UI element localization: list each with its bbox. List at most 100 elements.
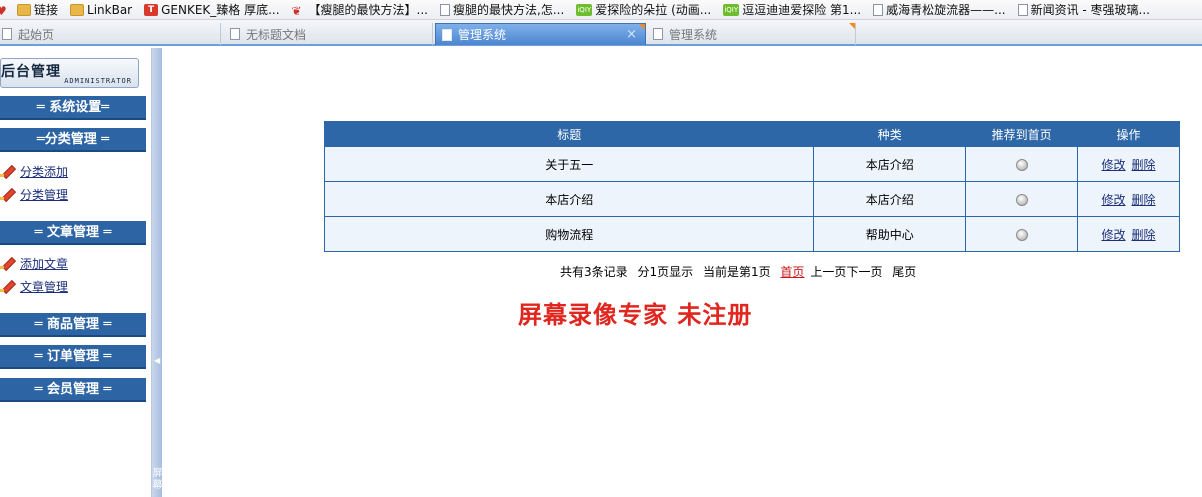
genkek-icon: T [144,3,159,16]
tab-admin[interactable]: 管理系统 [647,23,856,45]
page-icon [442,28,452,41]
section-category-management[interactable]: ═分类管理 ═ [0,128,146,152]
bookmark-item[interactable]: 新闻资讯 - 枣强玻璃... [1017,1,1150,18]
page-icon [1017,3,1028,16]
sidebar-splitter[interactable]: ◀ 屏幕 [151,48,163,497]
tab-admin-active[interactable]: 管理系统 × [435,23,646,45]
bookmarks-bar: ♥ 链接 LinkBar T GENKEK_臻格 厚底... ❦ 【瘦腿的最快方… [0,0,1202,20]
bookmark-label: 链接 [34,3,59,17]
edit-link[interactable]: 修改 [1102,193,1126,207]
cell-recommend [965,216,1079,252]
iqiyi-icon: iQIY [723,3,740,16]
pencil-icon [0,187,14,201]
bookmark-label: LinkBar [87,2,133,17]
bookmark-item[interactable]: iQIY 逗逗迪迪爱探险 第1... [723,1,861,18]
table-header-row: 标题 种类 推荐到首页 操作 [323,121,1180,147]
tab-untitled[interactable]: 无标题文档 [224,23,433,45]
table-row: 本店介绍 本店介绍 修改 删除 [323,181,1180,217]
delete-link[interactable]: 删除 [1132,193,1156,207]
edit-link[interactable]: 修改 [1102,158,1126,172]
pager-next-link[interactable]: 下一页 [846,265,882,279]
tab-label: 起始页 [18,27,55,42]
cell-kind: 本店介绍 [813,181,967,217]
pager-prev-link[interactable]: 上一页 [810,265,846,279]
bookmark-item[interactable]: T GENKEK_臻格 厚底... [144,1,280,18]
section-product-management[interactable]: ═ 商品管理 ═ [0,313,146,337]
recommend-radio[interactable] [1015,228,1028,241]
pencil-icon [0,256,14,270]
section-order-management[interactable]: ═ 订单管理 ═ [0,345,146,369]
bookmark-label: 爱探险的朵拉 (动画... [595,3,712,17]
bookmark-item[interactable]: iQIY 爱探险的朵拉 (动画... [576,1,711,18]
bookmark-item[interactable]: ❦ 【瘦腿的最快方法】... [292,1,428,18]
tab-label: 管理系统 [669,27,718,42]
bookmark-label: 逗逗迪迪爱探险 第1... [742,3,862,17]
bookmark-label: 【瘦腿的最快方法】... [308,3,428,17]
manage-category-link[interactable]: 分类管理 [20,186,68,203]
sidebar-item-manage-article[interactable]: 文章管理 [0,277,68,295]
bookmark-item[interactable]: 瘦腿的最快方法,怎... [440,1,564,18]
add-article-link[interactable]: 添加文章 [20,255,68,272]
tab-flag [849,23,855,29]
folder-icon [17,3,31,16]
section-article-management[interactable]: ═ 文章管理 ═ [0,221,146,245]
delete-link[interactable]: 删除 [1132,228,1156,242]
pager-first-link[interactable]: 首页 [780,265,804,279]
manage-article-link[interactable]: 文章管理 [20,278,68,295]
collapse-arrow-icon[interactable]: ◀ [154,356,160,365]
close-icon[interactable]: × [626,27,637,42]
bookmark-favorites[interactable]: ♥ [0,4,13,18]
sidebar-item-manage-category[interactable]: 分类管理 [0,185,68,203]
cell-title: 本店介绍 [323,181,815,217]
iqiyi-icon: iQIY [576,3,593,16]
page-icon [440,3,450,16]
bookmark-item[interactable]: 威海青松旋流器——... [873,1,1006,18]
add-category-link[interactable]: 分类添加 [20,163,68,180]
tab-label: 无标题文档 [246,27,307,42]
column-header-kind: 种类 [813,121,967,147]
logo-title: 后台管理 [1,64,61,80]
column-header-actions: 操作 [1077,121,1180,147]
sidebar: 后台管理 ADMINISTRATOR ═ 系统设置═ ═分类管理 ═ 分类添加 … [0,48,150,497]
pencil-icon [0,164,14,178]
pencil-icon [0,279,14,293]
bookmark-item[interactable]: LinkBar [70,3,132,17]
bookmark-label: 新闻资讯 - 枣强玻璃... [1030,3,1150,17]
tab-label: 管理系统 [458,28,507,42]
recommend-radio[interactable] [1015,193,1028,206]
tab-flag [639,24,645,30]
section-member-management[interactable]: ═ 会员管理 ═ [0,378,146,402]
admin-logo: 后台管理 ADMINISTRATOR [0,58,139,88]
bookmark-item[interactable]: 链接 [17,1,58,18]
cell-recommend [965,146,1079,182]
pager-last-link[interactable]: 尾页 [892,265,916,279]
logo-subtitle: ADMINISTRATOR [64,77,132,85]
cell-actions: 修改 删除 [1077,216,1180,252]
column-header-recommend: 推荐到首页 [965,121,1079,147]
delete-link[interactable]: 删除 [1132,158,1156,172]
bookmark-label: 威海青松旋流器——... [886,3,1006,17]
tab-bar: 起始页 无标题文档 管理系统 × 管理系统 [0,20,1202,46]
heart-icon: ♥ [0,4,10,18]
cell-title: 购物流程 [323,216,815,252]
sidebar-item-add-category[interactable]: 分类添加 [0,162,68,180]
cell-actions: 修改 删除 [1077,181,1180,217]
cell-recommend [965,181,1079,217]
bookmark-label: 瘦腿的最快方法,怎... [453,3,565,17]
pager-current: 当前是第1页 [702,265,771,279]
cell-title: 关于五一 [323,146,815,182]
cell-kind: 本店介绍 [813,146,967,182]
tab-start-page[interactable]: 起始页 [0,23,221,45]
table-row: 购物流程 帮助中心 修改 删除 [323,216,1180,252]
page-icon [230,28,240,40]
pager-total: 共有3条记录 [560,265,628,279]
section-system-settings[interactable]: ═ 系统设置═ [0,96,146,120]
heart-icon: ❦ [291,3,302,18]
recorder-watermark: 屏幕录像专家 未注册 [518,300,753,329]
edit-link[interactable]: 修改 [1102,228,1126,242]
article-table: 标题 种类 推荐到首页 操作 关于五一 本店介绍 修改 删除 本店介绍 本店介绍 … [323,121,1180,252]
page-icon [2,28,12,40]
column-header-title: 标题 [323,121,815,147]
sidebar-item-add-article[interactable]: 添加文章 [0,254,68,272]
recommend-radio[interactable] [1015,158,1028,171]
